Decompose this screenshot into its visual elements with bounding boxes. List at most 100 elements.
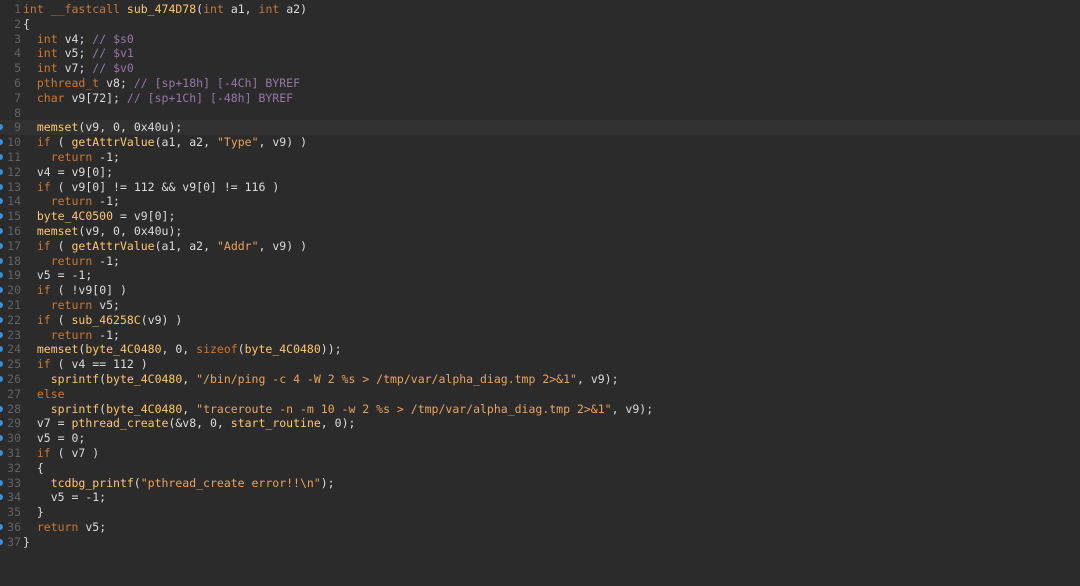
line-number: 11 [7,149,21,164]
pseudocode-editor[interactable]: 1 int __fastcall sub_474D78(int a1, int a… [0,0,1080,586]
code-line[interactable]: 25 if ( v4 == 112 ) [0,357,1080,372]
code-text[interactable]: { [23,17,30,32]
line-number: 31 [7,445,21,460]
code-line[interactable]: 13 if ( v9[0] != 112 && v9[0] != 116 ) [0,180,1080,195]
code-text[interactable]: sprintf(byte_4C0480, "/bin/ping -c 4 -W … [23,372,619,387]
code-line[interactable]: 7 char v9[72]; // [sp+1Ch] [-48h] BYREF [0,91,1080,106]
code-line[interactable]: 31 if ( v7 ) [0,446,1080,461]
code-text[interactable]: v7 = pthread_create(&v8, 0, start_routin… [23,416,356,431]
code-text[interactable]: if ( getAttrValue(a1, a2, "Type", v9) ) [23,135,307,150]
line-number: 5 [14,61,21,76]
code-line[interactable]: 34 v5 = -1; [0,490,1080,505]
code-text[interactable]: int __fastcall sub_474D78(int a1, int a2… [23,2,307,17]
code-line[interactable]: 27 else [0,387,1080,402]
line-number: 28 [7,401,21,416]
code-line[interactable]: 30 v5 = 0; [0,431,1080,446]
code-text[interactable]: return -1; [23,150,120,165]
code-line[interactable]: 22 if ( sub_46258C(v9) ) [0,313,1080,328]
code-text[interactable]: } [23,535,30,550]
code-text[interactable]: byte_4C0500 = v9[0]; [23,209,176,224]
code-line[interactable]: 14 return -1; [0,194,1080,209]
line-number: 12 [7,164,21,179]
code-line[interactable]: 4 int v5; // $v1 [0,46,1080,61]
line-number: 27 [7,386,21,401]
code-text[interactable]: return -1; [23,194,120,209]
line-number: 21 [7,297,21,312]
code-line[interactable]: 19 v5 = -1; [0,268,1080,283]
code-line[interactable]: 26 sprintf(byte_4C0480, "/bin/ping -c 4 … [0,372,1080,387]
code-line[interactable]: 24 memset(byte_4C0480, 0, sizeof(byte_4C… [0,342,1080,357]
code-text[interactable]: if ( v4 == 112 ) [23,357,148,372]
code-line[interactable]: 37} [0,535,1080,550]
code-text[interactable]: if ( !v9[0] ) [23,283,127,298]
line-number: 20 [7,283,21,298]
code-text[interactable]: memset(byte_4C0480, 0, sizeof(byte_4C048… [23,342,342,357]
code-text[interactable]: if ( getAttrValue(a1, a2, "Addr", v9) ) [23,239,307,254]
code-line[interactable]: 28 sprintf(byte_4C0480, "traceroute -n -… [0,402,1080,417]
line-number: 10 [7,135,21,150]
line-number: 22 [7,312,21,327]
line-number: 15 [7,209,21,224]
code-text[interactable]: v5 = -1; [23,490,106,505]
code-text[interactable]: if ( v7 ) [23,446,99,461]
code-line[interactable]: 3 int v4; // $s0 [0,32,1080,47]
code-text[interactable]: tcdbg_printf("pthread_create error!!\n")… [23,476,335,491]
line-number: 35 [7,505,21,520]
line-number: 18 [7,253,21,268]
code-line[interactable]: 16 memset(v9, 0, 0x40u); [0,224,1080,239]
code-text[interactable]: return -1; [23,254,120,269]
code-line[interactable]: 35 } [0,505,1080,520]
code-line[interactable]: 32 { [0,461,1080,476]
code-text[interactable]: int v5; // $v1 [23,46,134,61]
code-line[interactable]: 18 return -1; [0,254,1080,269]
code-text[interactable]: pthread_t v8; // [sp+18h] [-4Ch] BYREF [23,76,300,91]
code-line[interactable]: 12 v4 = v9[0]; [0,165,1080,180]
code-line[interactable]: 1 int __fastcall sub_474D78(int a1, int a… [0,2,1080,17]
code-text[interactable]: } [23,505,44,520]
code-text[interactable]: memset(v9, 0, 0x40u); [23,120,182,135]
code-text[interactable]: { [23,461,44,476]
code-text[interactable]: int v7; // $v0 [23,61,134,76]
code-line[interactable]: 33 tcdbg_printf("pthread_create error!!\… [0,476,1080,491]
code-text[interactable]: return v5; [23,298,120,313]
code-text[interactable]: v5 = 0; [23,431,85,446]
line-number: 36 [7,519,21,534]
code-line[interactable]: 17 if ( getAttrValue(a1, a2, "Addr", v9)… [0,239,1080,254]
line-number: 32 [7,460,21,475]
code-line[interactable]: 23 return -1; [0,328,1080,343]
code-text[interactable]: sprintf(byte_4C0480, "traceroute -n -m 1… [23,402,653,417]
line-number: 9 [14,120,21,135]
code-line[interactable]: 8 [0,106,1080,121]
code-text[interactable]: char v9[72]; // [sp+1Ch] [-48h] BYREF [23,91,293,106]
code-text[interactable]: v4 = v9[0]; [23,165,113,180]
code-text[interactable]: if ( sub_46258C(v9) ) [23,313,182,328]
code-line[interactable]: 15 byte_4C0500 = v9[0]; [0,209,1080,224]
line-number: 37 [7,534,21,549]
code-text[interactable]: else [23,387,65,402]
line-number: 8 [14,105,21,120]
code-text[interactable]: memset(v9, 0, 0x40u); [23,224,182,239]
code-text[interactable]: return -1; [23,328,120,343]
code-text[interactable]: int v4; // $s0 [23,32,134,47]
code-line[interactable]: 9 memset(v9, 0, 0x40u); [0,120,1080,136]
line-number: 23 [7,327,21,342]
line-number: 6 [14,75,21,90]
line-number: 1 [14,2,21,16]
line-number: 19 [7,268,21,283]
line-number: 4 [14,46,21,61]
code-line[interactable]: 10 if ( getAttrValue(a1, a2, "Type", v9)… [0,135,1080,150]
code-line[interactable]: 20 if ( !v9[0] ) [0,283,1080,298]
code-text[interactable]: v5 = -1; [23,268,92,283]
code-line[interactable]: 6 pthread_t v8; // [sp+18h] [-4Ch] BYREF [0,76,1080,91]
code-line[interactable]: 21 return v5; [0,298,1080,313]
code-line[interactable]: 11 return -1; [0,150,1080,165]
code-line[interactable]: 29 v7 = pthread_create(&v8, 0, start_rou… [0,416,1080,431]
code-text[interactable]: return v5; [23,520,106,535]
line-number: 16 [7,223,21,238]
code-text[interactable]: if ( v9[0] != 112 && v9[0] != 116 ) [23,180,279,195]
line-number: 24 [7,342,21,357]
line-number: 2 [14,16,21,31]
code-line[interactable]: 36 return v5; [0,520,1080,535]
code-line[interactable]: 2{ [0,17,1080,32]
code-line[interactable]: 5 int v7; // $v0 [0,61,1080,76]
